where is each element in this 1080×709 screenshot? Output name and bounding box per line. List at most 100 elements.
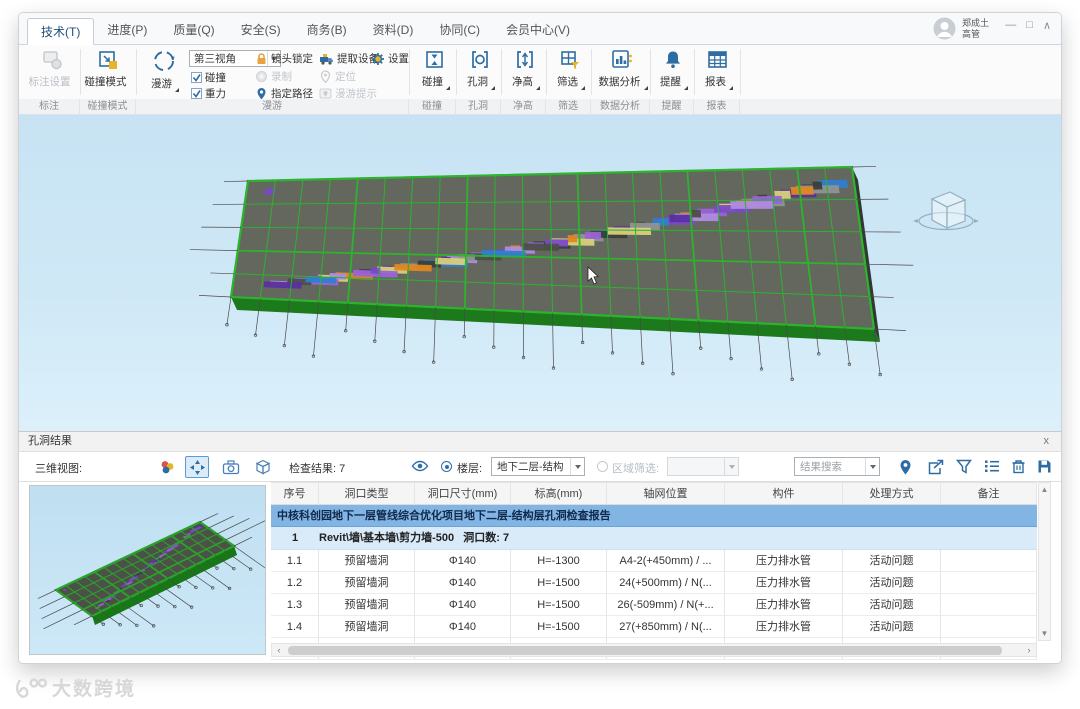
palette-icon	[161, 461, 174, 474]
fit-view-button[interactable]	[185, 456, 209, 478]
group-label-collision-mode: 碰撞模式	[80, 99, 136, 115]
col-header[interactable]: 洞口尺寸(mm)	[415, 483, 511, 505]
cube-view-button[interactable]	[251, 456, 275, 478]
list-view-button[interactable]	[984, 459, 1002, 475]
user-name: 郑成土	[961, 17, 989, 28]
visibility-eye-button[interactable]	[411, 459, 429, 475]
thumbnail-3d-view[interactable]	[29, 485, 266, 655]
eye-icon	[411, 460, 429, 472]
result-search-combobox[interactable]: 结果搜索	[794, 457, 880, 476]
vertical-scrollbar[interactable]: ▲ ▼	[1038, 482, 1051, 641]
dropdown-arrow-icon	[865, 458, 879, 475]
group-label-hole: 孔洞	[456, 99, 501, 115]
share-icon	[928, 459, 944, 475]
table-row[interactable]: 1.3 预留墙洞 Φ140 H=-1500 26(-509mm) / N(+... 压力排…	[271, 594, 1037, 616]
camera-view-button[interactable]	[219, 456, 243, 478]
export-share-button[interactable]	[927, 459, 945, 475]
camera-lock-button[interactable]: 镜头锁定	[255, 51, 313, 66]
roam-button[interactable]: 漫游	[143, 48, 185, 96]
locate-pin-icon	[320, 70, 331, 83]
col-header[interactable]: 序号	[271, 483, 319, 505]
col-header[interactable]: 备注	[941, 483, 1037, 505]
lock-icon	[257, 53, 266, 64]
user-info[interactable]: 郑成土 高管	[933, 17, 989, 40]
clear-box-icon	[1012, 460, 1025, 474]
floor-radio[interactable]	[441, 461, 452, 472]
col-header[interactable]: 处理方式	[843, 483, 941, 505]
group-index: 1	[271, 527, 319, 550]
tab-document[interactable]: 资料(D)	[360, 17, 427, 44]
color-display-button[interactable]	[155, 456, 179, 478]
filter-button[interactable]: 筛选	[548, 48, 592, 96]
ribbon-group-strip: 标注 碰撞模式 漫游 碰撞 孔洞 净高 筛选 数据分析 提醒 报表	[19, 99, 1061, 115]
menu-bar: 技术(T) 进度(P) 质量(Q) 安全(S) 商务(B) 资料(D) 协同(C…	[19, 13, 1061, 45]
3d-viewport[interactable]	[19, 115, 1061, 431]
roam-collision-checkbox[interactable]: 碰撞	[191, 70, 226, 85]
floor-label: 楼层:	[457, 463, 483, 475]
minimize-button[interactable]: —	[1005, 19, 1016, 32]
col-header[interactable]: 轴网位置	[607, 483, 725, 505]
horizontal-scrollbar[interactable]: ‹ ›	[271, 643, 1037, 657]
maximize-button[interactable]: □	[1026, 19, 1033, 32]
table-row[interactable]: 1.4 预留墙洞 Φ140 H=-1500 27(+850mm) / N(... 压力排水…	[271, 616, 1037, 638]
tab-technology[interactable]: 技术(T)	[27, 18, 95, 45]
clearance-button[interactable]: 净高	[503, 48, 547, 96]
watermark-text: 大数跨境	[52, 679, 137, 700]
watermark: 大数跨境	[14, 674, 136, 701]
region-filter-label: 区域筛选:	[612, 463, 660, 475]
col-header[interactable]: 洞口类型	[319, 483, 415, 505]
clear-results-button[interactable]	[1011, 459, 1029, 475]
tab-progress[interactable]: 进度(P)	[94, 17, 160, 44]
camera-icon	[222, 459, 240, 474]
panel-header: 孔洞结果 x	[19, 432, 1061, 452]
scroll-down-arrow: ▼	[1040, 629, 1049, 638]
report-button[interactable]: 报表	[696, 48, 740, 96]
view-mode-value: 第三视角	[194, 53, 236, 65]
group-label-roam: 漫游	[136, 99, 409, 115]
collision-button[interactable]: 碰撞	[413, 48, 457, 96]
filter-results-button[interactable]	[955, 459, 974, 475]
extract-device-button[interactable]: 提取设备	[319, 51, 379, 66]
col-header[interactable]: 标高(mm)	[511, 483, 607, 505]
filter-icon	[561, 51, 579, 69]
tab-collaboration[interactable]: 协同(C)	[426, 17, 493, 44]
region-filter-radio[interactable]	[597, 461, 608, 472]
roam-icon	[154, 51, 175, 71]
view-label: 三维视图:	[35, 463, 83, 475]
panel-title: 孔洞结果	[28, 435, 72, 447]
group-label-reminder: 提醒	[650, 99, 694, 115]
panel-close-button[interactable]: x	[1044, 432, 1050, 451]
group-row[interactable]: 1 Revit\墙\基本墙\剪力墙-500 洞口数: 7	[271, 527, 1037, 550]
hole-button[interactable]: 孔洞	[458, 48, 502, 96]
user-role: 高管	[961, 28, 980, 39]
region-filter-dropdown	[667, 457, 739, 476]
device-icon	[320, 54, 333, 65]
data-analysis-icon	[612, 50, 632, 68]
collision-mode-button[interactable]: 碰撞模式	[83, 48, 133, 96]
locate-button: 定位	[319, 69, 356, 84]
scrollbar-thumb[interactable]	[288, 645, 1002, 655]
floor-dropdown[interactable]: 地下二层-结构	[491, 457, 585, 476]
tab-business[interactable]: 商务(B)	[294, 17, 360, 44]
pin-icon	[900, 460, 911, 475]
reminder-button[interactable]: 提醒	[652, 48, 694, 96]
settings-button[interactable]: 设置	[371, 51, 409, 66]
dropdown-arrow-icon	[570, 458, 584, 475]
annotation-settings-icon	[43, 51, 62, 70]
group-name: Revit\墙\基本墙\剪力墙-500 洞口数: 7	[319, 527, 1037, 550]
thumbnail-model	[37, 513, 265, 630]
col-header[interactable]: 构件	[725, 483, 843, 505]
tab-quality[interactable]: 质量(Q)	[160, 17, 227, 44]
locate-result-button[interactable]	[899, 459, 917, 475]
tab-member-center[interactable]: 会员中心(V)	[493, 17, 583, 44]
table-row[interactable]: 1.2 预留墙洞 Φ140 H=-1500 24(+500mm) / N(... 压力排水…	[271, 572, 1037, 594]
collapse-ribbon-button[interactable]: ∧	[1043, 19, 1051, 32]
scroll-right-arrow: ›	[1027, 645, 1031, 655]
save-report-button[interactable]	[1037, 459, 1055, 475]
report-title-row[interactable]: 中核科创园地下一层管线综合优化项目地下二层-结构层孔洞检查报告	[271, 505, 1037, 527]
table-row[interactable]: 1.1 预留墙洞 Φ140 H=-1300 A4-2(+450mm) / ... 压力排水…	[271, 550, 1037, 572]
group-label-filter: 筛选	[546, 99, 591, 115]
tab-safety[interactable]: 安全(S)	[228, 17, 294, 44]
hole-results-panel: 孔洞结果 x 三维视图: 检查结果: 7 楼层: 地下二层-结构 区域筛选: 结…	[19, 431, 1061, 663]
data-analysis-button[interactable]: 数据分析	[593, 48, 651, 96]
